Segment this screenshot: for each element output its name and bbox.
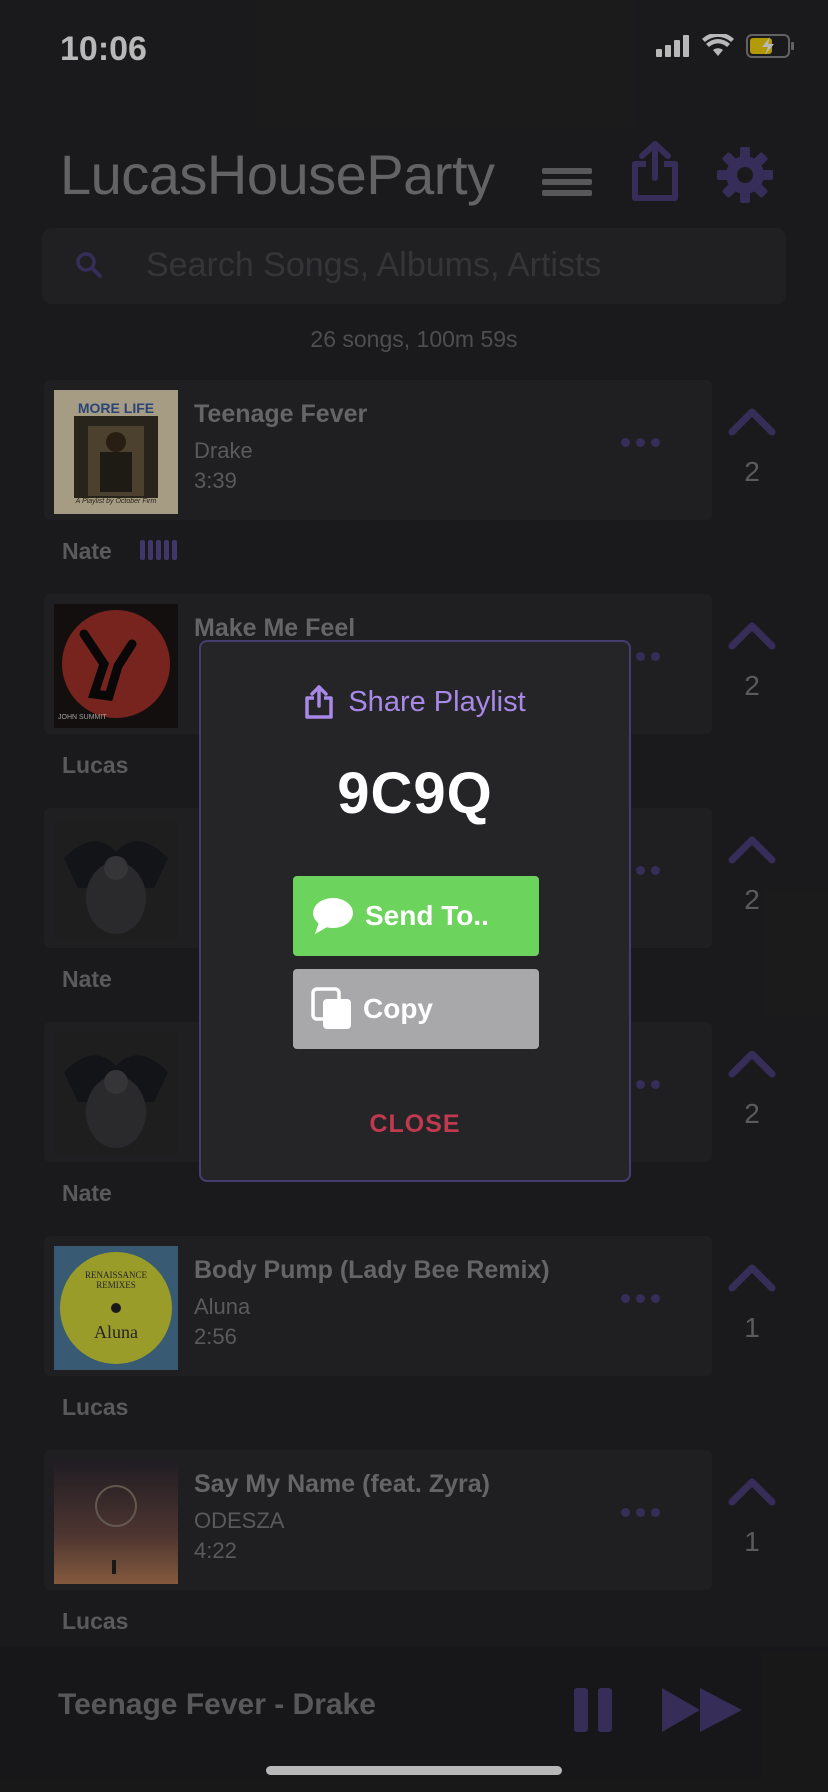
share-icon (305, 685, 334, 719)
playlist-code: 9C9Q (337, 761, 493, 826)
send-to-button[interactable]: Send To.. (293, 876, 539, 956)
message-bubble-icon (313, 898, 353, 934)
send-to-label: Send To.. (365, 900, 489, 931)
close-button[interactable]: CLOSE (201, 1110, 629, 1139)
copy-label: Copy (363, 993, 433, 1024)
copy-button[interactable]: Copy (293, 969, 539, 1049)
dialog-title: Share Playlist (348, 685, 526, 718)
copy-icon (311, 987, 351, 1029)
dialog-header: Share Playlist (201, 684, 629, 720)
share-playlist-dialog: Share Playlist 9C9Q Send To.. Copy CLOSE (199, 640, 631, 1182)
